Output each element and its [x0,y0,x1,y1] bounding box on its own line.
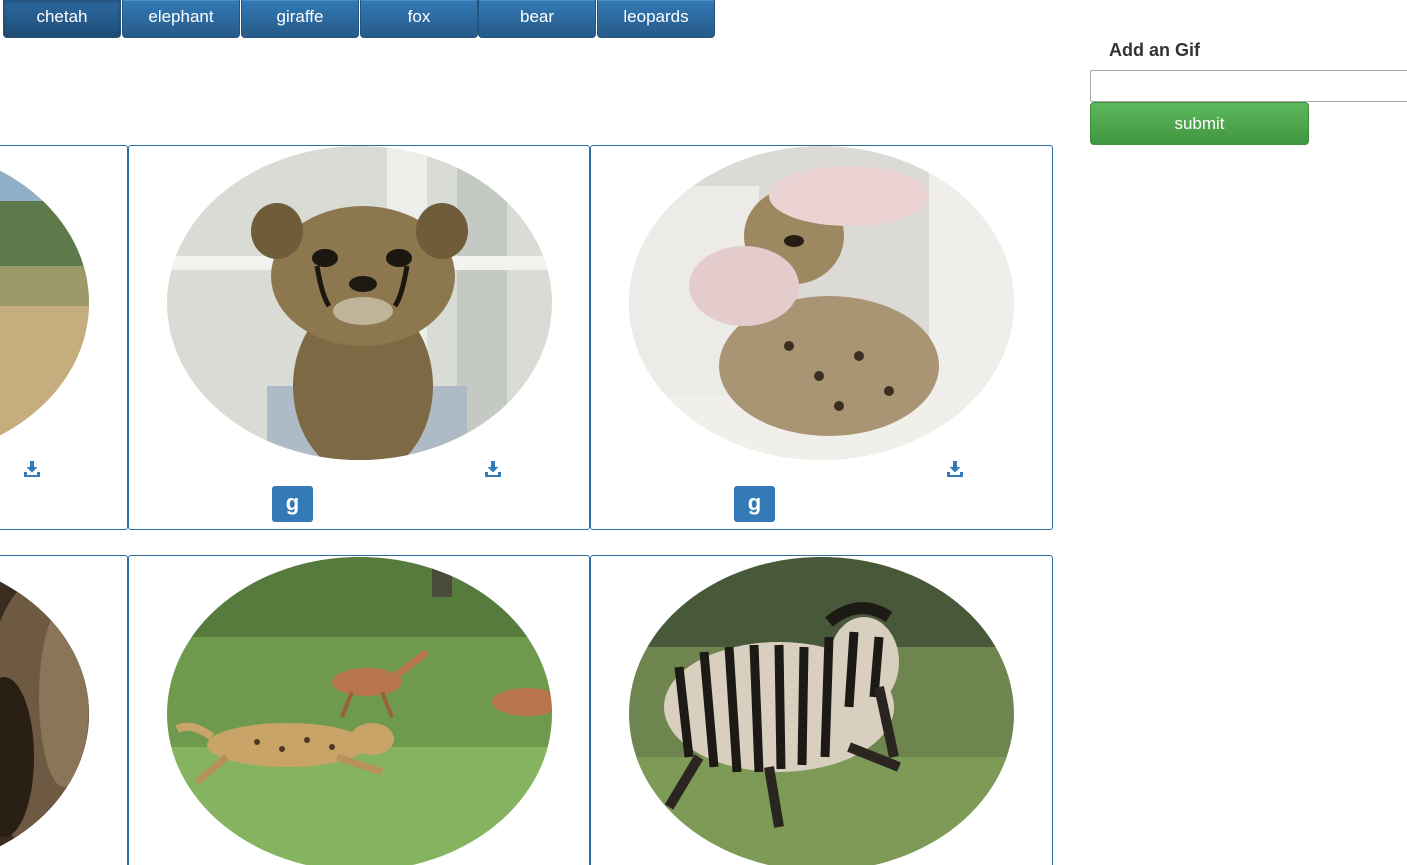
download-icon[interactable] [23,460,41,478]
category-button-leopards[interactable]: leopards [597,0,715,38]
submit-button[interactable]: submit [1090,102,1309,145]
download-icon[interactable] [484,460,502,478]
gif-image-cheetah-cub-portrait[interactable] [167,146,552,460]
category-button-elephant[interactable]: elephant [122,0,240,38]
gif-card [0,555,128,865]
gif-card: g [128,145,590,530]
gif-image-cheetah-closeup[interactable] [0,557,89,865]
category-button-chetah[interactable]: chetah [3,0,121,38]
gif-image-cheetah-cub-petted[interactable] [629,146,1014,460]
gif-card [0,145,128,530]
gif-image-cheetah-savanna[interactable] [0,146,89,460]
category-button-giraffe[interactable]: giraffe [241,0,359,38]
rating-badge[interactable]: g [734,486,775,522]
gif-card: g [590,145,1053,530]
gif-card [128,555,590,865]
category-button-bear[interactable]: bear [478,0,596,38]
download-icon[interactable] [946,460,964,478]
category-button-fox[interactable]: fox [360,0,478,38]
rating-badge[interactable]: g [272,486,313,522]
gif-image-zebra-running[interactable] [629,557,1014,865]
add-gif-label: Add an Gif [1109,40,1200,60]
gif-card [590,555,1053,865]
gif-image-cheetah-chasing-gazelles[interactable] [167,557,552,865]
gif-name-input[interactable] [1090,70,1407,102]
